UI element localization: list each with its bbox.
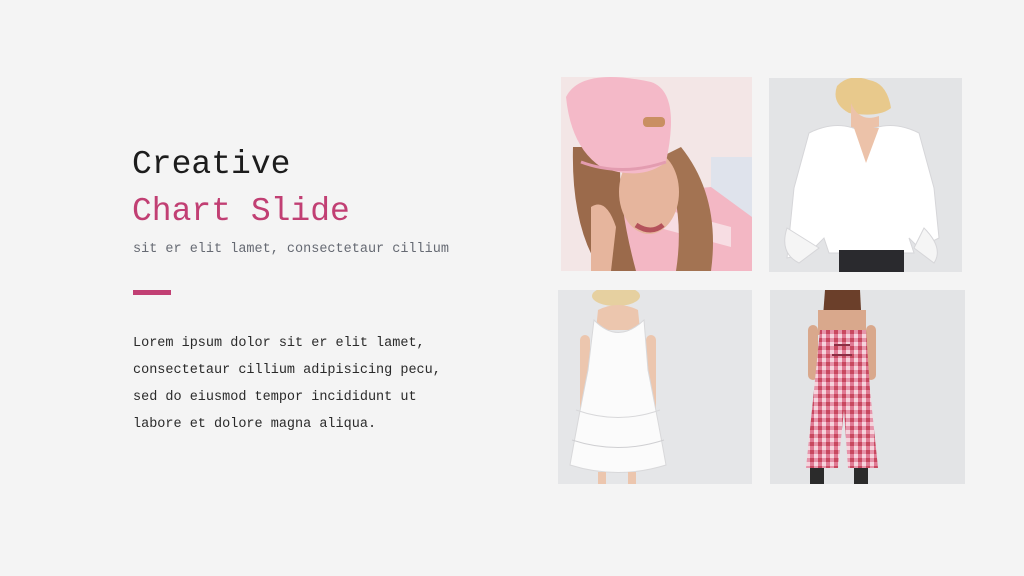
white-blouse-photo [769,78,962,272]
body-line: labore et dolore magna aliqua. [133,417,377,432]
body-line: sed do eiusmod tempor incididunt ut [133,390,417,405]
title-line-1: Creative [132,146,291,183]
subtitle: sit er elit lamet, consectetaur cillium [133,242,449,257]
title-line-2: Chart Slide [132,193,350,230]
gingham-jumpsuit-photo [770,290,965,484]
body-line: consectetaur cillium adipisicing pecu, [133,363,441,378]
body-paragraph: Lorem ipsum dolor sit er elit lamet, con… [133,330,441,438]
white-lace-dress-photo [558,290,752,484]
accent-bar [133,290,171,295]
slide: Creative Chart Slide sit er elit lamet, … [0,0,1024,576]
body-line: Lorem ipsum dolor sit er elit lamet, [133,336,425,351]
woman-pink-cap-photo [561,77,752,271]
